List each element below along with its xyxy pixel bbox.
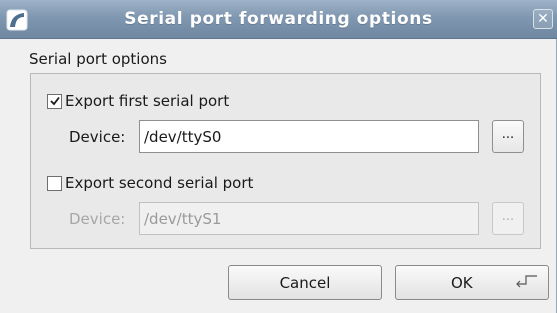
export-second-port-label: Export second serial port <box>65 174 254 192</box>
export-second-port-row[interactable]: Export second serial port <box>47 174 253 192</box>
enter-key-icon <box>516 275 537 288</box>
ok-button-label: OK <box>451 273 473 292</box>
export-second-port-checkbox[interactable] <box>47 175 62 191</box>
device-label-1: Device: <box>69 127 126 146</box>
device-row-1: Device: /dev/ttyS0 ... <box>69 120 524 153</box>
export-first-port-row[interactable]: Export first serial port <box>47 92 229 110</box>
device-row-2: Device: /dev/ttyS1 ... <box>69 202 524 235</box>
device-label-2: Device: <box>69 209 126 228</box>
export-first-port-label: Export first serial port <box>65 92 230 110</box>
checkmark-icon <box>49 96 60 106</box>
app-icon <box>6 9 28 31</box>
device-input-1[interactable]: /dev/ttyS0 <box>139 120 479 153</box>
title-bar[interactable]: Serial port forwarding options ✕ <box>0 0 557 39</box>
close-icon[interactable]: ✕ <box>533 9 553 29</box>
export-first-port-checkbox[interactable] <box>47 93 62 109</box>
serial-port-options-group: Export first serial port Device: /dev/tt… <box>30 73 541 249</box>
device-input-2[interactable]: /dev/ttyS1 <box>139 202 479 235</box>
window-title: Serial port forwarding options <box>124 9 433 29</box>
cancel-button-label: Cancel <box>279 273 331 292</box>
browse-button-1[interactable]: ... <box>492 120 524 153</box>
dialog-window: Serial port forwarding options ✕ Serial … <box>0 0 557 313</box>
ok-button[interactable]: OK <box>395 265 549 300</box>
cancel-button[interactable]: Cancel <box>228 265 382 300</box>
browse-button-2[interactable]: ... <box>492 202 524 235</box>
group-title: Serial port options <box>29 50 167 68</box>
